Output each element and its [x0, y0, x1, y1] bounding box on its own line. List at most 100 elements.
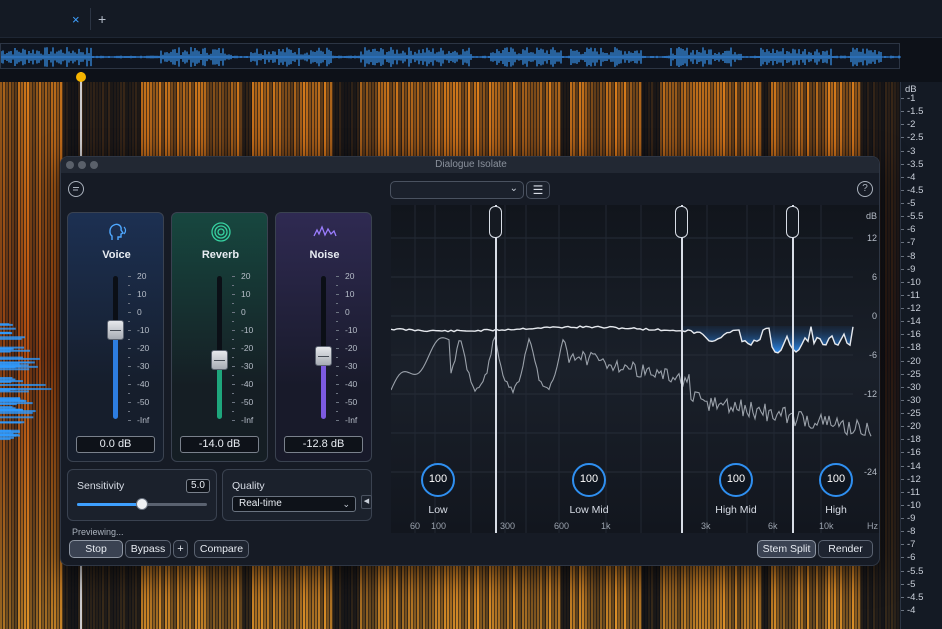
sensitivity-value[interactable]: 5.0	[186, 479, 210, 493]
freq-axis-label: 10k	[819, 521, 834, 531]
stem-gain-value[interactable]: 0.0 dB	[76, 436, 155, 453]
render-button[interactable]: Render	[818, 540, 873, 558]
spectrum-eq-display[interactable]: dB 12 6 0 -6 -12 -24 60 100 300 600 1k 3…	[391, 205, 879, 533]
fader-scale-label: -30	[241, 361, 254, 371]
fader-scale-minor-tick	[336, 411, 338, 412]
db-ruler-label: -8	[907, 526, 916, 538]
db-ruler-label: -12	[907, 473, 921, 485]
db-ruler-label: -5	[907, 198, 916, 209]
tab-strip: × +	[0, 0, 942, 38]
reverb-rings-icon	[172, 221, 269, 248]
add-button[interactable]: +	[173, 540, 188, 558]
band-knob-low[interactable]: 100	[421, 463, 455, 497]
db-ruler-tick	[901, 491, 904, 493]
crossover-handle-low-lowmid[interactable]	[489, 206, 502, 238]
fader-scale-tick	[336, 348, 339, 349]
preset-menu-button[interactable]: ☰	[526, 181, 550, 199]
quality-label: Quality	[232, 480, 265, 492]
db-ruler-label: -6	[907, 552, 916, 564]
crossover-handle-highmid-high[interactable]	[786, 206, 799, 238]
bypass-button[interactable]: Bypass	[125, 540, 171, 558]
fader-scale-label: -40	[241, 379, 254, 389]
preset-dropdown[interactable]: ⌄	[390, 181, 524, 199]
fader-scale-tick	[232, 294, 235, 295]
sensitivity-slider-handle[interactable]	[136, 498, 148, 510]
fader-scale-label: -10	[345, 325, 358, 335]
fader-scale-tick	[128, 402, 131, 403]
add-tab-icon[interactable]: +	[98, 11, 106, 27]
fader-scale-tick	[336, 420, 339, 421]
chevron-down-icon: ⌄	[509, 183, 518, 194]
db-axis-label: 12	[866, 233, 877, 243]
band-label: Low Mid	[569, 504, 609, 516]
db-ruler-label: -1.5	[907, 106, 924, 118]
db-ruler-label: -6	[907, 224, 916, 236]
fader-scale-tick	[232, 330, 235, 331]
db-ruler-tick	[901, 294, 904, 296]
fader-scale-minor-tick	[128, 321, 130, 322]
db-ruler-label: -2	[907, 119, 916, 131]
fader-handle[interactable]	[211, 350, 228, 371]
db-ruler-tick	[901, 203, 904, 204]
quality-dropdown[interactable]: Real-time ⌄	[232, 496, 356, 512]
plugin-titlebar[interactable]: Dialogue Isolate	[61, 157, 879, 173]
noise-wave-icon	[276, 221, 373, 248]
freq-axis-label: 300	[500, 521, 516, 531]
db-ruler-tick	[901, 281, 904, 283]
fader-handle[interactable]	[315, 346, 332, 367]
db-ruler-tick	[901, 360, 904, 362]
band-label: High	[825, 504, 847, 516]
fader-scale-tick	[128, 384, 131, 385]
fader-scale-tick	[128, 366, 131, 367]
db-ruler-label: -10	[907, 499, 921, 511]
db-ruler-tick	[901, 399, 904, 401]
db-ruler-label: -3	[907, 145, 916, 157]
fader-scale-tick	[336, 330, 339, 331]
fader-scale-tick	[232, 276, 235, 277]
db-axis-label: -12	[863, 389, 877, 399]
db-ruler-label: -25	[907, 408, 921, 419]
fader-scale-tick	[128, 294, 131, 295]
stem-gain-value[interactable]: -12.8 dB	[284, 436, 363, 453]
compare-button[interactable]: Compare	[194, 540, 249, 558]
db-ruler-label: -12	[907, 303, 921, 314]
fader-scale-label: -40	[137, 379, 150, 389]
db-ruler-label: -18	[907, 342, 921, 354]
db-ruler-tick	[901, 176, 904, 178]
stem-split-button[interactable]: Stem Split	[757, 540, 816, 558]
fader-scale-tick	[232, 384, 235, 385]
db-ruler-label: -5	[907, 578, 916, 590]
collapse-arrow-icon[interactable]: ◀	[361, 495, 372, 509]
db-ruler-tick	[901, 216, 904, 218]
db-ruler-tick	[901, 150, 904, 152]
db-ruler: dB -1 -1.5 -2 -2.5 -3 -3.5 -4 -4.5 -5 -5.5 -6 -7 -8-…	[900, 82, 942, 629]
crossover-handle-lowmid-highmid[interactable]	[675, 206, 688, 238]
waveform-overview[interactable]	[0, 43, 901, 69]
help-icon[interactable]: ?	[857, 181, 873, 197]
stem-name: Reverb	[201, 249, 240, 261]
stem-gain-value[interactable]: -14.0 dB	[180, 436, 259, 453]
fader-scale-minor-tick	[128, 375, 130, 376]
fader-scale-tick	[336, 366, 339, 367]
fader-scale-tick	[128, 312, 131, 313]
band-knob-low-mid[interactable]: 100	[572, 463, 606, 497]
fader-scale-label: -20	[241, 343, 254, 353]
stop-button[interactable]: Stop	[69, 540, 123, 558]
close-tab-icon[interactable]: ×	[72, 12, 80, 27]
db-ruler-label: -7	[907, 237, 916, 249]
db-ruler-tick	[901, 137, 904, 139]
chat-assistant-icon[interactable]	[68, 181, 84, 197]
db-ruler-tick	[901, 308, 904, 309]
band-knob-high-mid[interactable]: 100	[719, 463, 753, 497]
fader-fill	[113, 330, 118, 419]
db-ruler-label: -9	[907, 513, 916, 524]
fader-scale-label: 0	[241, 307, 246, 317]
db-ruler-tick	[901, 163, 904, 165]
playhead-marker-icon[interactable]	[76, 72, 86, 82]
fader-handle[interactable]	[107, 320, 124, 341]
fader-scale-minor-tick	[336, 285, 338, 286]
fader-scale-label: -50	[241, 397, 254, 407]
db-ruler-tick	[901, 518, 904, 519]
db-ruler-label: -11	[907, 289, 921, 301]
band-knob-high[interactable]: 100	[819, 463, 853, 497]
